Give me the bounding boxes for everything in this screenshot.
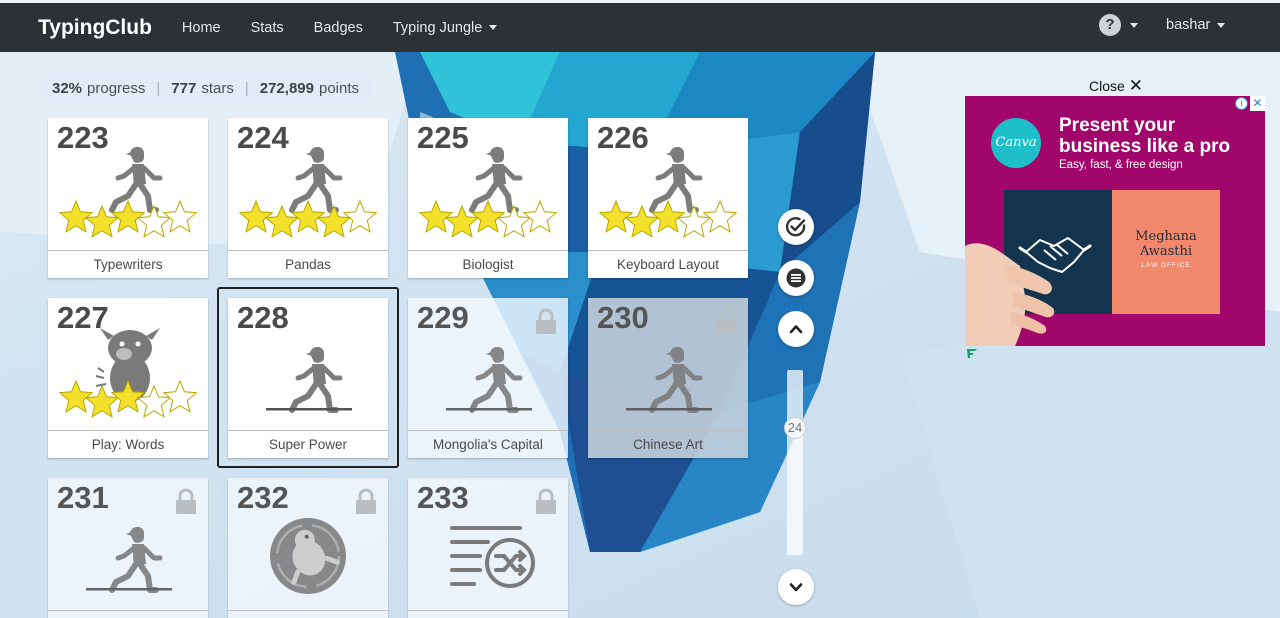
- help-icon: ?: [1099, 14, 1121, 36]
- caret-down-icon: [1217, 22, 1226, 28]
- lesson-card-230[interactable]: 230 Chinese Art: [588, 298, 748, 458]
- ad-info-icon[interactable]: i: [1235, 97, 1248, 110]
- lesson-title: Play: Words: [48, 430, 208, 458]
- chevron-up-icon: [789, 325, 803, 334]
- lesson-title: Chinese Art: [588, 430, 748, 458]
- ad-close-label: Close: [1089, 78, 1125, 94]
- lesson-number: 227: [57, 300, 109, 335]
- star-filled-icon: [316, 204, 352, 238]
- lesson-number: 231: [57, 480, 109, 515]
- star-empty-icon: [342, 199, 378, 233]
- star-empty-icon: [676, 204, 712, 238]
- points-count: 272,899: [259, 79, 314, 97]
- scroll-up-button[interactable]: [778, 311, 814, 347]
- level-slider-track[interactable]: [787, 370, 803, 555]
- scroll-down-button[interactable]: [778, 569, 814, 605]
- star-empty-icon: [496, 204, 532, 238]
- close-icon: ✕: [1128, 76, 1144, 95]
- lesson-card-229[interactable]: 229 Mongolia's Capital: [408, 298, 568, 458]
- menu-icon: [786, 268, 806, 288]
- star-filled-icon: [58, 379, 94, 413]
- lock-badge: [535, 488, 557, 519]
- nav-typing-jungle[interactable]: Typing Jungle: [392, 19, 498, 36]
- lesson-card-232[interactable]: 232: [228, 478, 388, 618]
- star-filled-icon: [238, 199, 274, 233]
- lesson-number: 229: [417, 300, 469, 335]
- lesson-card-224[interactable]: 224 Pandas: [228, 118, 388, 278]
- points-label: points: [318, 79, 360, 97]
- advertisement[interactable]: Canva Present your business like a pro E…: [965, 96, 1265, 346]
- lesson-title: Mongolia's Capital: [408, 430, 568, 458]
- freestar-logo-icon: [967, 349, 977, 358]
- lock-icon: [356, 488, 376, 514]
- username: bashar: [1166, 17, 1211, 33]
- lesson-card-225[interactable]: 225 Biologist: [408, 118, 568, 278]
- nav-typing-jungle-label: Typing Jungle: [392, 19, 483, 36]
- menu-button[interactable]: [778, 260, 814, 296]
- check-circle-icon: [785, 217, 806, 237]
- lesson-title: [228, 610, 388, 618]
- lesson-number: 233: [417, 480, 469, 515]
- user-menu[interactable]: bashar: [1166, 17, 1226, 33]
- nav-badges[interactable]: Badges: [314, 20, 363, 36]
- lock-icon: [716, 308, 736, 334]
- check-button[interactable]: [778, 209, 814, 245]
- separator: |: [244, 79, 249, 97]
- lock-badge: [355, 488, 377, 519]
- progress-percent: 32%: [52, 79, 83, 97]
- progress-summary: 32% progress | 777 stars | 272,899 point…: [38, 73, 374, 103]
- progress-label: progress: [87, 79, 146, 97]
- lesson-number: 230: [597, 300, 649, 335]
- lock-icon: [536, 488, 556, 514]
- star-empty-icon: [162, 199, 198, 233]
- lesson-number: 232: [237, 480, 289, 515]
- lock-icon: [176, 488, 196, 514]
- lesson-title: [48, 610, 208, 618]
- lock-icon: [536, 308, 556, 334]
- lesson-card-227[interactable]: 227 Play: Words: [48, 298, 208, 458]
- nav-stats[interactable]: Stats: [251, 20, 284, 36]
- caret-down-icon: [489, 25, 498, 30]
- lesson-card-231[interactable]: 231: [48, 478, 208, 618]
- level-slider-thumb[interactable]: 24: [784, 417, 806, 439]
- separator: |: [156, 79, 161, 97]
- star-empty-icon: [702, 199, 738, 233]
- star-empty-icon: [162, 379, 198, 413]
- lesson-number: 226: [597, 120, 649, 155]
- lock-badge: [535, 308, 557, 339]
- star-filled-icon: [418, 199, 454, 233]
- star-empty-icon: [136, 204, 172, 238]
- lesson-title: [408, 610, 568, 618]
- lesson-title: Pandas: [228, 250, 388, 278]
- chevron-down-icon: [789, 583, 803, 592]
- nav-home[interactable]: Home: [182, 20, 221, 36]
- lock-badge: [715, 308, 737, 339]
- star-filled-icon: [58, 199, 94, 233]
- star-empty-icon: [522, 199, 558, 233]
- hand-image: [965, 243, 1055, 346]
- top-navbar: TypingClub Home Stats Badges Typing Jung…: [0, 0, 1280, 52]
- lock-badge: [175, 488, 197, 519]
- lesson-number: 223: [57, 120, 109, 155]
- star-filled-icon: [598, 199, 634, 233]
- lesson-number: 224: [237, 120, 289, 155]
- ad-close-button[interactable]: Close ✕: [1089, 76, 1144, 95]
- brand-logo[interactable]: TypingClub: [38, 16, 152, 40]
- lesson-card-223[interactable]: 223 Typewriters: [48, 118, 208, 278]
- stars-count: 777: [171, 79, 197, 97]
- stars-label: stars: [201, 79, 234, 97]
- caret-down-icon: [1130, 22, 1138, 28]
- help-menu[interactable]: ?: [1099, 14, 1138, 36]
- lesson-title: Keyboard Layout: [588, 250, 748, 278]
- lesson-card-233[interactable]: 233: [408, 478, 568, 618]
- lesson-title: Biologist: [408, 250, 568, 278]
- lesson-number: 225: [417, 120, 469, 155]
- selected-lesson-outline: [217, 287, 399, 468]
- ad-dismiss-icon[interactable]: ✕: [1250, 96, 1265, 111]
- lesson-card-226[interactable]: 226 Keyboard Layout: [588, 118, 748, 278]
- lesson-title: Typewriters: [48, 250, 208, 278]
